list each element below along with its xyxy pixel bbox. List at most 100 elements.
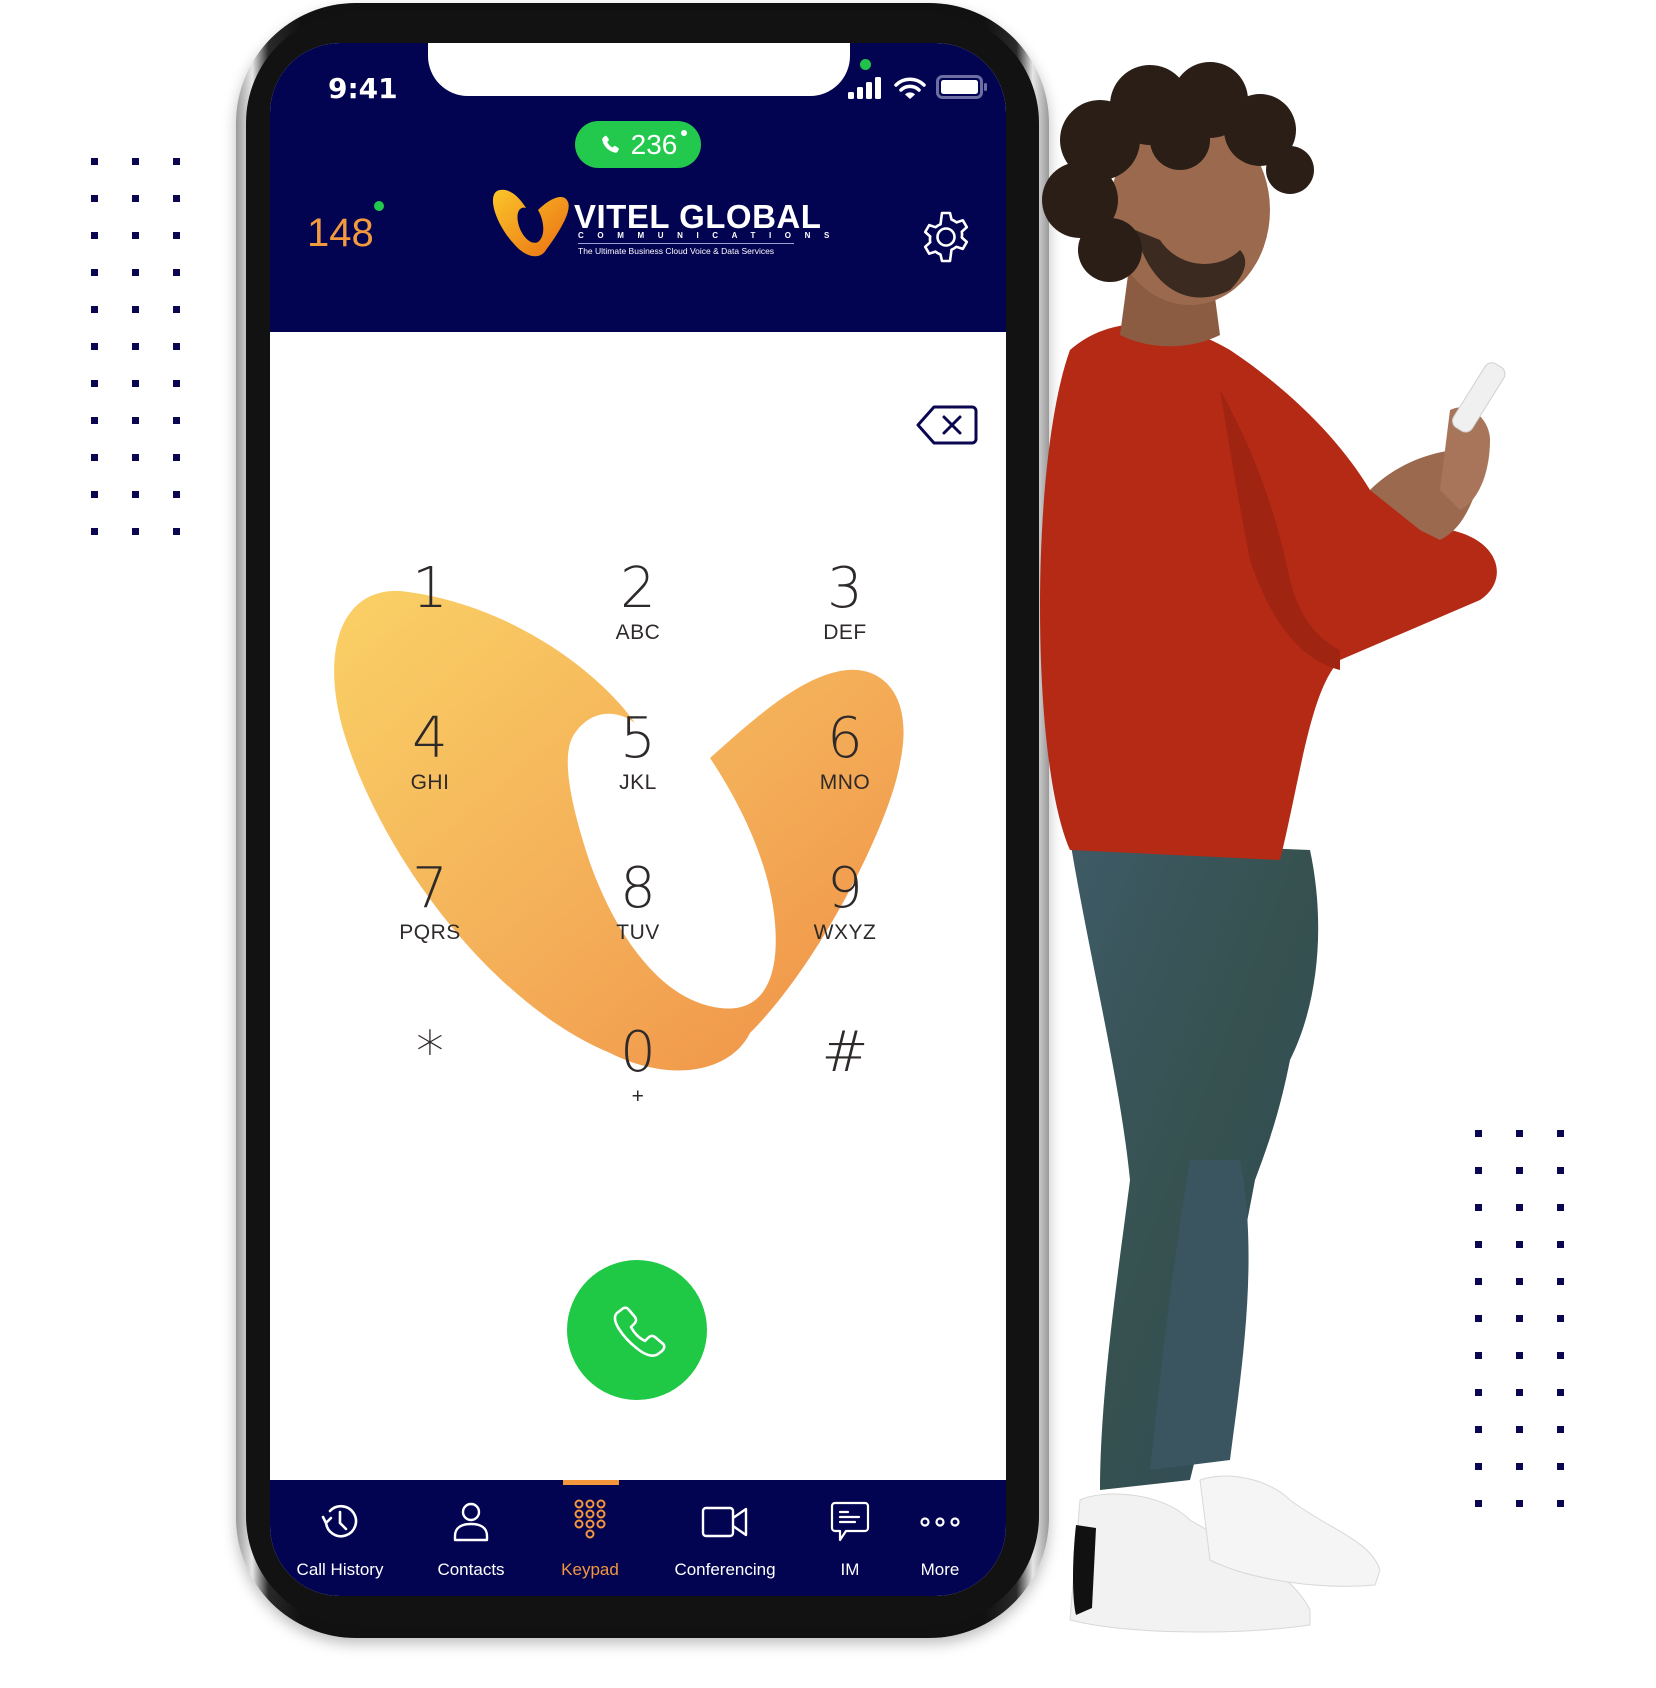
gear-icon [923, 211, 969, 263]
nav-label: Contacts [437, 1560, 505, 1579]
key-digit: 0 [620, 1020, 656, 1085]
keypad-key[interactable]: 8 TUV [568, 861, 708, 945]
backspace-button[interactable] [916, 405, 978, 445]
decorative-dot [173, 491, 180, 498]
decorative-dot [173, 454, 180, 461]
decorative-dot [91, 417, 98, 424]
decorative-dot [132, 195, 139, 202]
backspace-icon [916, 405, 978, 445]
nav-tab-keypad[interactable]: Keypad [525, 1499, 655, 1580]
active-calls-count: 236 [630, 128, 678, 160]
decorative-dot [132, 491, 139, 498]
clock-history-icon [321, 1504, 358, 1538]
battery-icon [936, 75, 987, 99]
nav-label: Conferencing [674, 1560, 776, 1579]
decorative-dot [91, 343, 98, 350]
dial-call-button[interactable] [567, 1260, 707, 1400]
key-digit: 4 [412, 706, 448, 771]
key-digit: 7 [412, 856, 448, 921]
logo-subtitle: COMMUNICATIONS [578, 231, 843, 240]
decorative-dot [173, 232, 180, 239]
decorative-dot [132, 269, 139, 276]
active-tab-indicator [563, 1480, 619, 1485]
bottom-nav: Call History Contacts Keypad Conferencin… [270, 1480, 1006, 1596]
decorative-dot [91, 306, 98, 313]
more-dots-icon [920, 1517, 960, 1527]
key-digit: 5 [620, 706, 656, 771]
nav-label: Call History [296, 1560, 384, 1579]
vitel-logo-mark [492, 189, 569, 257]
nav-tab-conferencing[interactable]: Conferencing [660, 1500, 790, 1580]
chat-bubble-icon [830, 1501, 870, 1542]
keypad-key[interactable]: 0 + [568, 1025, 708, 1109]
decorative-dot [91, 158, 98, 165]
video-camera-icon [701, 1506, 748, 1538]
decorative-dot [91, 232, 98, 239]
keypad-key[interactable]: 3 DEF [775, 561, 915, 645]
camera-indicator-dot [860, 59, 871, 70]
person-illustration [1040, 62, 1506, 1633]
extension-number[interactable]: 148 [307, 211, 374, 256]
signal-bars-icon [848, 77, 881, 99]
decorative-dot [132, 454, 139, 461]
keypad-key[interactable]: 7 PQRS [360, 861, 500, 945]
key-letters: JKL [619, 771, 657, 794]
phone-screen: 9:41 236 148 VITEL GLOBAL COMMUNICATIONS… [270, 43, 1006, 1596]
decorative-dot [132, 232, 139, 239]
nav-tab-call-history[interactable]: Call History [275, 1500, 405, 1580]
decorative-dot [132, 343, 139, 350]
key-letters: MNO [819, 771, 871, 794]
decorative-dot [91, 269, 98, 276]
notch [428, 43, 850, 96]
keypad-key[interactable]: 9 WXYZ [775, 861, 915, 945]
settings-button[interactable] [918, 209, 974, 265]
key-letters: DEF [823, 621, 867, 644]
decorative-dot [132, 306, 139, 313]
decorative-dot [132, 380, 139, 387]
key-letters: TUV [616, 921, 660, 944]
decorative-dot [173, 417, 180, 424]
logo-tagline: The Ultimate Business Cloud Voice & Data… [578, 246, 775, 256]
key-digit: 2 [620, 556, 656, 621]
phone-icon [601, 135, 619, 153]
decorative-dot [173, 528, 180, 535]
decorative-dot [173, 269, 180, 276]
active-calls-badge[interactable]: 236 [575, 121, 701, 168]
decorative-dot [91, 380, 98, 387]
decorative-dot [91, 195, 98, 202]
key-letters: ABC [615, 621, 661, 644]
app-header: 9:41 236 148 VITEL GLOBAL COMMUNICATIONS… [270, 43, 1006, 332]
decorative-dot [91, 528, 98, 535]
nav-label: More [920, 1560, 960, 1579]
key-digit: 3 [827, 556, 863, 621]
keypad-key[interactable]: # [775, 1025, 915, 1085]
key-digit: 1 [412, 556, 448, 621]
dot-grid-left [91, 158, 180, 535]
decorative-dot [173, 158, 180, 165]
person-icon [453, 1502, 489, 1542]
nav-label: Keypad [561, 1560, 619, 1579]
pill-status-dot [681, 130, 687, 136]
keypad-key[interactable]: 6 MNO [775, 711, 915, 795]
keypad-key[interactable]: * [360, 1025, 500, 1085]
decorative-dot [173, 343, 180, 350]
keypad-key[interactable]: 2 ABC [568, 561, 708, 645]
key-digit: 6 [827, 706, 863, 771]
decorative-dot [173, 195, 180, 202]
keypad-key[interactable]: 5 JKL [568, 711, 708, 795]
logo-divider [578, 243, 794, 244]
key-digit: * [416, 1020, 444, 1085]
nav-tab-more[interactable]: More [875, 1500, 1005, 1580]
decorative-dot [91, 454, 98, 461]
keypad-key[interactable]: 1 [360, 561, 500, 621]
status-time: 9:41 [328, 72, 398, 105]
decorative-dot [91, 491, 98, 498]
nav-tab-contacts[interactable]: Contacts [406, 1500, 536, 1580]
phone-icon [613, 1306, 666, 1357]
decorative-dot [173, 380, 180, 387]
decorative-dot [132, 158, 139, 165]
extension-online-dot [374, 201, 384, 211]
key-letters: GHI [410, 771, 450, 794]
keypad-key[interactable]: 4 GHI [360, 711, 500, 795]
keypad-icon [574, 1499, 606, 1539]
